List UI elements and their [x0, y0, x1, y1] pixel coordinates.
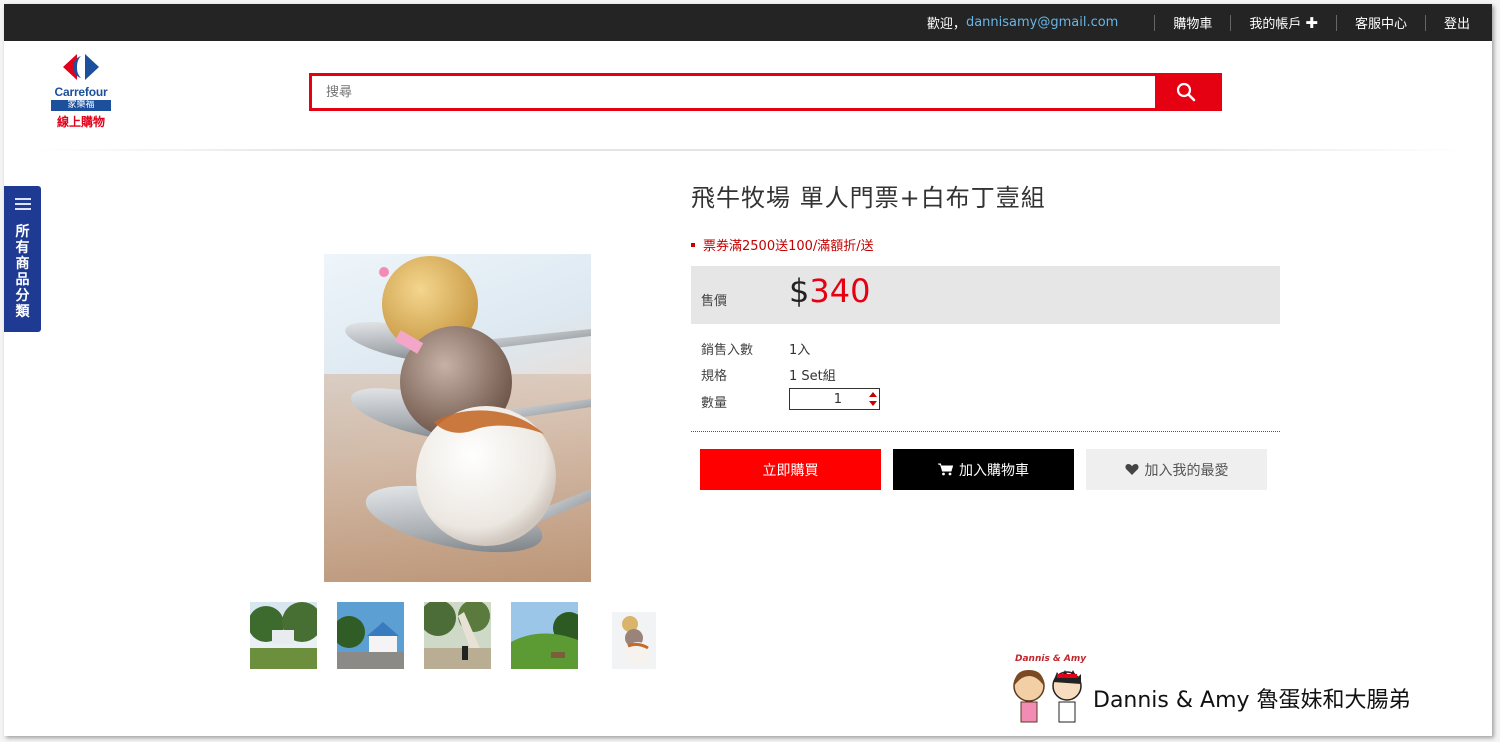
thumbnail-1[interactable] [250, 602, 317, 669]
spec-key: 銷售入數 [701, 343, 754, 358]
logo-chinese-name: 家樂福 [51, 100, 111, 111]
spec-key: 規格 [701, 369, 728, 384]
divider [1230, 14, 1232, 31]
plus-icon: ✚ [1305, 14, 1318, 32]
search-input[interactable] [312, 76, 1158, 108]
search-bar [309, 73, 1222, 111]
quantity-value: 1 [833, 392, 842, 407]
price-box: 售價 $340 [691, 266, 1280, 324]
user-email-link[interactable]: dannisamy@gmail.com [966, 15, 1118, 30]
carrefour-logo[interactable]: Carrefour 家樂福 線上購物 [48, 50, 114, 132]
quantity-decrease-icon[interactable] [869, 401, 877, 406]
welcome-prefix: 歡迎， [926, 17, 966, 32]
bullet-icon [691, 242, 695, 247]
top-bar: 歡迎， dannisamy@gmail.com 購物車 我的帳戶 ✚ 客服中心 登… [4, 4, 1492, 41]
page-frame: 歡迎， dannisamy@gmail.com 購物車 我的帳戶 ✚ 客服中心 登… [4, 4, 1492, 736]
thumbnail-3[interactable] [424, 602, 491, 669]
add-to-favorites-label: 加入我的最愛 [1144, 462, 1229, 479]
quantity-increase-icon[interactable] [869, 392, 877, 397]
thumbnail-image [250, 602, 317, 669]
carrefour-logo-icon [63, 54, 99, 80]
spec-value: 1 Set組 [789, 369, 836, 384]
account-link[interactable]: 我的帳戶 ✚ [1249, 13, 1318, 32]
hamburger-menu-icon [14, 198, 31, 210]
cartoon-characters-icon [1013, 670, 1082, 723]
pudding-spoons-image [324, 256, 591, 582]
price-label: 售價 [701, 294, 728, 309]
add-to-cart-button[interactable]: 加入購物車 [893, 449, 1074, 490]
watermark-text: Dannis & Amy 魯蛋妹和大腸弟 [1093, 688, 1411, 713]
cart-link[interactable]: 購物車 [1173, 13, 1212, 32]
cart-icon [938, 463, 953, 476]
currency-symbol: $ [789, 272, 810, 310]
divider [1424, 14, 1426, 31]
blog-watermark: Dannis & Amy Dannis & Amy 魯蛋妹和大腸弟 [1007, 654, 1447, 734]
logout-link[interactable]: 登出 [1444, 13, 1470, 32]
product-title: 飛牛牧場 單人門票+白布丁壹組 [691, 184, 1046, 212]
spec-value: 1入 [789, 343, 811, 358]
dotted-divider [691, 431, 1280, 432]
thumbnail-4[interactable] [511, 602, 578, 669]
buy-now-button[interactable]: 立即購買 [700, 449, 881, 490]
add-to-favorites-button[interactable]: 加入我的最愛 [1086, 449, 1267, 490]
all-categories-tab[interactable]: 所有商品分類 [4, 186, 41, 332]
heart-icon [1124, 464, 1139, 475]
divider [1335, 14, 1337, 31]
search-button[interactable] [1155, 73, 1222, 111]
promo-link[interactable]: 票券滿2500送100/滿額折/送 [691, 235, 874, 254]
logo-brand-text: Carrefour [54, 85, 108, 99]
logo-online-shopping: 線上購物 [56, 115, 105, 129]
spec-key: 數量 [701, 396, 728, 411]
thumbnail-5[interactable] [612, 612, 656, 669]
divider [1154, 14, 1156, 31]
welcome-message: 歡迎， dannisamy@gmail.com [927, 13, 1118, 32]
header-divider [34, 149, 1464, 151]
product-main-image[interactable] [324, 254, 591, 582]
price-value: $340 [789, 272, 870, 310]
thumbnail-image [612, 612, 656, 669]
watermark-small-text: Dannis & Amy [1015, 654, 1087, 664]
customer-service-link[interactable]: 客服中心 [1355, 13, 1407, 32]
thumbnail-2[interactable] [337, 602, 404, 669]
account-label: 我的帳戶 [1249, 17, 1302, 32]
top-links: 歡迎， dannisamy@gmail.com 購物車 我的帳戶 ✚ 客服中心 登… [927, 4, 1470, 41]
all-categories-label: 所有商品分類 [15, 224, 30, 320]
quantity-stepper[interactable]: 1 [789, 388, 880, 410]
search-icon [1176, 82, 1195, 102]
price-amount: 340 [809, 272, 871, 310]
thumbnail-image [337, 602, 404, 669]
buy-now-label: 立即購買 [762, 462, 819, 479]
add-to-cart-label: 加入購物車 [959, 462, 1029, 479]
thumbnail-image [511, 602, 578, 669]
thumbnail-image [424, 602, 491, 669]
promo-text: 票券滿2500送100/滿額折/送 [703, 239, 874, 254]
